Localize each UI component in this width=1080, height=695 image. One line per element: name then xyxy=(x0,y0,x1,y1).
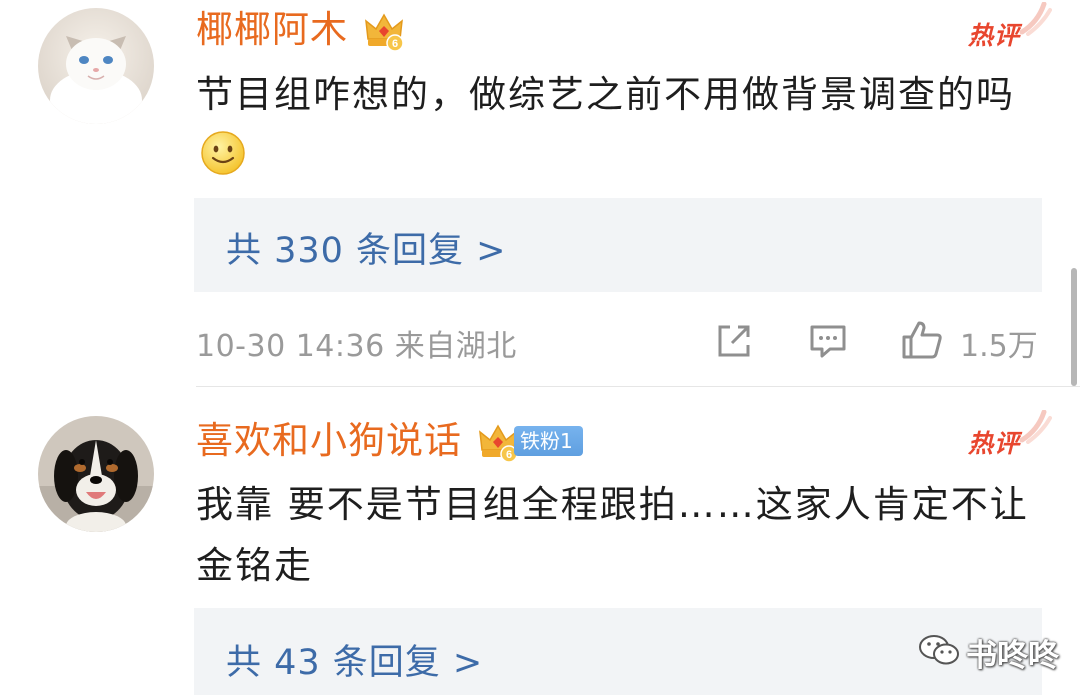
like-count: 1.5万 xyxy=(960,329,1038,364)
cat-avatar-image xyxy=(38,8,154,124)
user-avatar[interactable] xyxy=(38,8,154,124)
user-avatar[interactable] xyxy=(38,416,154,532)
view-replies-link[interactable]: 共 330 条回复 > xyxy=(226,222,507,273)
crown-level-number: 6 xyxy=(392,38,398,50)
crown-level-number: 6 xyxy=(506,449,512,461)
reply-summary-box[interactable]: 共 43 条回复 > xyxy=(194,608,1042,695)
comment-username[interactable]: 椰椰阿木 xyxy=(196,7,348,53)
hot-comment-tag: 热评 xyxy=(968,21,1021,50)
like-thumb-icon[interactable] xyxy=(900,318,944,362)
comment-icon[interactable] xyxy=(808,321,848,361)
fan-badge: 铁粉1 xyxy=(514,426,583,456)
crown-level-icon: 6 xyxy=(365,13,404,52)
comment-feed: 椰椰阿木 6 热评 节目组咋想的，做综艺之前不用做背景调查的吗 共 330 条回… xyxy=(0,0,1080,695)
dog-avatar-image xyxy=(38,416,154,532)
comment-text-content: 节目组咋想的，做综艺之前不用做背景调查的吗 xyxy=(196,73,1015,116)
watermark-text: 书咚咚 xyxy=(966,638,1059,674)
comment-meta-row: 10-30 14:36 来自湖北 1.5万 xyxy=(196,318,1046,364)
timestamp-value: 10-30 14:36 xyxy=(196,329,385,364)
hot-comment-tag: 热评 xyxy=(968,429,1021,458)
share-icon[interactable] xyxy=(714,321,754,361)
view-replies-link[interactable]: 共 43 条回复 > xyxy=(226,634,483,685)
comment-text: 我靠 要不是节目组全程跟拍……这家人肯定不让金铭走 xyxy=(196,483,1029,587)
reply-summary-box[interactable]: 共 330 条回复 > xyxy=(194,198,1042,292)
comment-divider xyxy=(196,386,1080,387)
scrollbar-thumb[interactable] xyxy=(1071,268,1077,386)
comment-text: 节目组咋想的，做综艺之前不用做背景调查的吗 xyxy=(196,64,1056,186)
wechat-icon xyxy=(919,635,959,665)
hot-swoosh-icon xyxy=(1019,410,1052,444)
hot-swoosh-icon xyxy=(1019,2,1052,36)
smile-emoji-icon xyxy=(201,131,245,175)
comment-username[interactable]: 喜欢和小狗说话 xyxy=(196,418,462,464)
location-value: 来自湖北 xyxy=(394,329,517,364)
comment-timestamp: 10-30 14:36 来自湖北 xyxy=(196,321,517,365)
